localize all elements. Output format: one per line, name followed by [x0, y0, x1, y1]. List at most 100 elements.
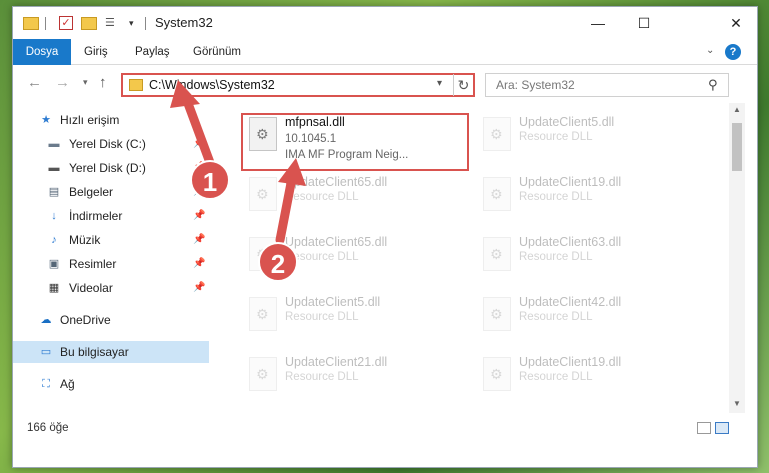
sidebar-item-disk-c[interactable]: ▬ Yerel Disk (C:) 📌 — [13, 133, 209, 155]
maximize-button[interactable]: ☐ — [621, 7, 667, 39]
step-2-badge: 2 — [258, 242, 298, 282]
file-item[interactable]: UpdateClient19.dll Resource DLL — [471, 349, 695, 405]
separator — [45, 17, 46, 30]
file-name: UpdateClient5.dll — [285, 295, 381, 309]
status-bar: 166 öğe — [13, 417, 757, 441]
sidebar-item-label: İndirmeler — [69, 209, 123, 223]
forward-arrow-icon[interactable]: → — [55, 74, 70, 91]
cloud-icon: ☁ — [40, 314, 52, 326]
dll-file-icon — [483, 297, 511, 331]
dll-file-icon — [483, 117, 511, 151]
back-arrow-icon[interactable]: ← — [27, 74, 42, 91]
file-description: Resource DLL — [519, 191, 593, 203]
search-icon[interactable]: ⚲ — [708, 77, 718, 93]
computer-icon: ▭ — [40, 346, 52, 358]
sidebar-item-onedrive[interactable]: ☁ OneDrive — [13, 309, 209, 331]
recent-locations-icon[interactable]: ▾ — [83, 77, 88, 88]
item-count: 166 öğe — [27, 422, 69, 434]
sidebar-item-pictures[interactable]: ▣ Resimler 📌 — [13, 253, 209, 275]
sidebar-item-label: Yerel Disk (C:) — [69, 137, 146, 151]
sidebar-item-label: Hızlı erişim — [60, 113, 120, 127]
tab-dosya[interactable]: Dosya — [13, 39, 71, 65]
file-name: UpdateClient19.dll — [519, 355, 622, 369]
sidebar-item-label: Ağ — [60, 377, 75, 391]
sidebar-item-quick-access[interactable]: ★ Hızlı erişim — [13, 109, 209, 131]
file-item[interactable]: UpdateClient19.dll Resource DLL — [471, 169, 695, 225]
network-icon: ⛶ — [42, 378, 50, 390]
search-box[interactable]: Ara: System32 ⚲ — [485, 73, 729, 97]
file-item[interactable]: UpdateClient42.dll Resource DLL — [471, 289, 695, 345]
file-description: Resource DLL — [519, 371, 593, 383]
sidebar-item-documents[interactable]: ▤ Belgeler 📌 — [13, 181, 209, 203]
file-description: Resource DLL — [519, 311, 593, 323]
star-icon: ★ — [41, 114, 51, 126]
folder-icon[interactable] — [23, 17, 39, 30]
tab-paylas[interactable]: Paylaş — [135, 39, 170, 65]
details-view-icon[interactable] — [697, 422, 711, 434]
drive-icon: ▬ — [48, 138, 60, 150]
tab-gorunum[interactable]: Görünüm — [193, 39, 241, 65]
sidebar-item-label: Videolar — [69, 281, 113, 295]
up-arrow-icon[interactable]: ↑ — [99, 74, 107, 91]
chevron-down-icon[interactable]: ▾ — [129, 18, 134, 34]
vertical-scrollbar[interactable]: ▲ ▼ — [729, 103, 745, 413]
file-name: UpdateClient19.dll — [519, 175, 622, 189]
file-description: Resource DLL — [285, 191, 359, 203]
pin-icon[interactable]: 📌 — [193, 229, 205, 251]
file-name: UpdateClient63.dll — [519, 235, 622, 249]
help-icon[interactable]: ? — [725, 44, 741, 60]
refresh-icon[interactable]: ↻ — [453, 74, 473, 96]
tab-giris[interactable]: Giriş — [84, 39, 108, 65]
large-icons-view-icon[interactable] — [715, 422, 729, 434]
address-bar[interactable]: C:\Windows\System32 ▾ ↻ — [121, 73, 475, 97]
dll-file-icon — [249, 357, 277, 391]
sidebar-item-label: Bu bilgisayar — [60, 345, 129, 359]
sidebar-item-label: Resimler — [69, 257, 117, 271]
picture-icon: ▣ — [48, 258, 60, 270]
pin-icon[interactable]: 📌 — [193, 205, 205, 227]
address-path[interactable]: C:\Windows\System32 — [149, 78, 275, 92]
file-description: Resource DLL — [285, 371, 359, 383]
file-item[interactable]: UpdateClient5.dll Resource DLL — [471, 109, 695, 165]
dll-file-icon — [483, 177, 511, 211]
highlight-box — [241, 113, 469, 171]
search-input[interactable]: Ara: System32 — [496, 78, 575, 92]
dll-file-icon — [483, 357, 511, 391]
folder-icon — [129, 79, 143, 91]
pin-icon[interactable]: 📌 — [193, 133, 205, 155]
sidebar-item-downloads[interactable]: ↓ İndirmeler 📌 — [13, 205, 209, 227]
sidebar-item-disk-d[interactable]: ▬ Yerel Disk (D:) 📌 — [13, 157, 209, 179]
file-item[interactable]: UpdateClient5.dll Resource DLL — [237, 289, 461, 345]
scroll-down-icon[interactable]: ▼ — [733, 399, 741, 408]
sidebar-item-videos[interactable]: ▦ Videolar 📌 — [13, 277, 209, 299]
scroll-thumb[interactable] — [732, 123, 742, 171]
file-item[interactable]: UpdateClient21.dll Resource DLL — [237, 349, 461, 405]
close-button[interactable]: ✕ — [713, 7, 759, 39]
sidebar-item-this-pc[interactable]: ▭ Bu bilgisayar — [13, 341, 209, 363]
sidebar-item-label: Belgeler — [69, 185, 114, 199]
file-name: UpdateClient5.dll — [519, 115, 615, 129]
chevron-down-icon[interactable]: ▾ — [437, 78, 442, 89]
minimize-button[interactable]: — — [575, 7, 621, 39]
customize-toolbar-icon[interactable]: ☰ — [105, 16, 121, 30]
sidebar-item-label: Yerel Disk (D:) — [69, 161, 146, 175]
dll-file-icon — [483, 237, 511, 271]
properties-check-icon[interactable]: ✓ — [59, 16, 73, 30]
file-item[interactable]: UpdateClient65.dll Resource DLL — [237, 169, 461, 225]
pin-icon[interactable]: 📌 — [193, 277, 205, 299]
ribbon: Dosya Giriş Paylaş Görünüm ⌄ ? — [13, 39, 757, 65]
sidebar-item-label: Müzik — [69, 233, 101, 247]
new-folder-icon[interactable] — [81, 17, 97, 30]
navigation-pane: ★ Hızlı erişim ▬ Yerel Disk (C:) 📌 ▬ Yer… — [13, 103, 209, 413]
sidebar-item-music[interactable]: ♪ Müzik 📌 — [13, 229, 209, 251]
expand-ribbon-icon[interactable]: ⌄ — [706, 45, 714, 56]
file-description: Resource DLL — [519, 131, 593, 143]
file-item[interactable]: UpdateClient63.dll Resource DLL — [471, 229, 695, 285]
video-icon: ▦ — [48, 282, 60, 294]
window-title: System32 — [155, 15, 213, 30]
sidebar-item-network[interactable]: ⛶ Ağ — [13, 373, 209, 395]
scroll-up-icon[interactable]: ▲ — [733, 105, 741, 114]
pin-icon[interactable]: 📌 — [193, 253, 205, 275]
file-name: UpdateClient65.dll — [285, 175, 388, 189]
explorer-window: ✓ ☰ ▾ System32 — ☐ ✕ Dosya Giriş Paylaş … — [12, 6, 758, 468]
